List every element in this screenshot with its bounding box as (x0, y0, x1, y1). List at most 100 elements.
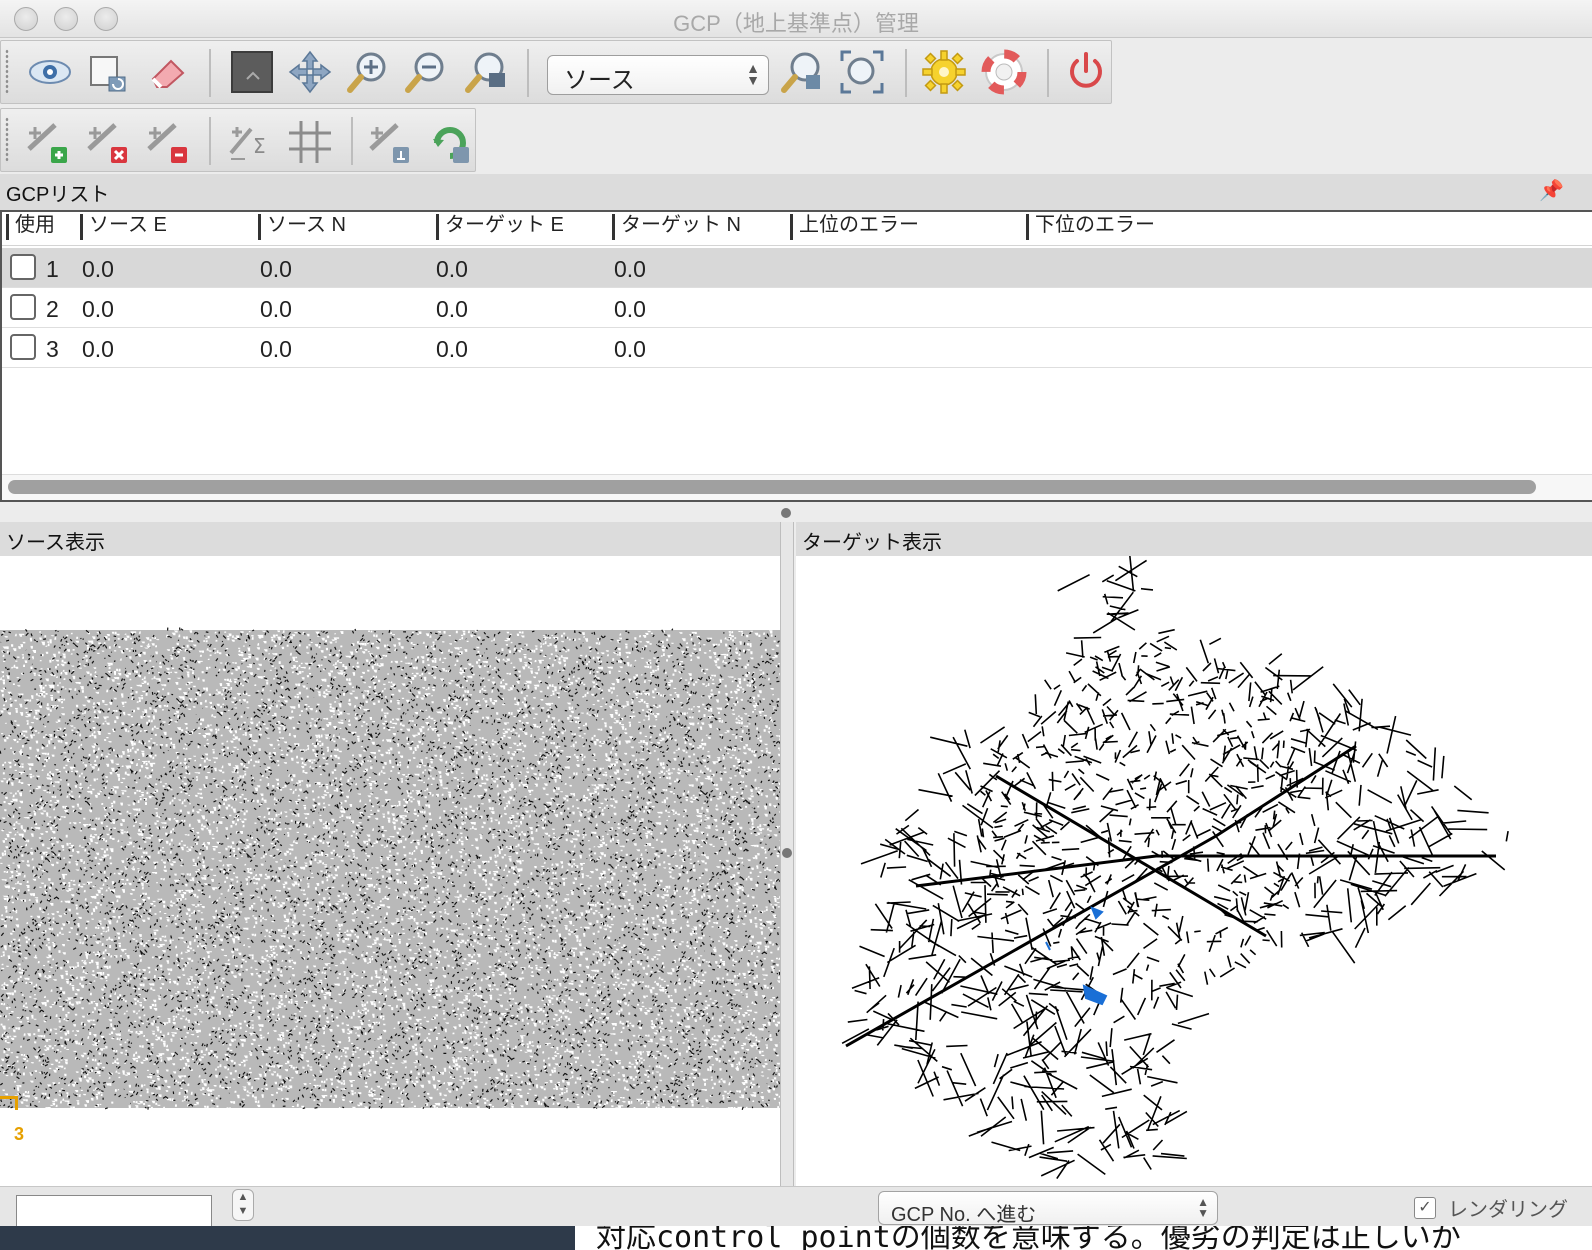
save-gcp-button[interactable] (425, 117, 475, 167)
pan-raster-button[interactable] (227, 47, 277, 97)
raster-refresh-icon (90, 56, 126, 92)
target-view-title: ターゲット表示 (802, 532, 942, 554)
source-n-cell[interactable]: 0.0 (260, 256, 292, 283)
gcp-table[interactable]: 使用 ソース E ソース N ターゲット E ターゲット N 上位のエラー 下位… (0, 210, 1592, 502)
use-checkbox[interactable] (10, 254, 36, 280)
raster-layer-icon (231, 51, 273, 93)
source-raster-image (0, 627, 780, 1111)
target-n-cell[interactable]: 0.0 (614, 256, 646, 283)
use-checkbox[interactable] (10, 334, 36, 360)
source-view-header: ソース表示 (0, 522, 780, 556)
gcp-id: 1 (46, 256, 59, 282)
title-bar: GCP（地上基準点）管理 (0, 0, 1592, 38)
target-n-cell[interactable]: 0.0 (614, 336, 646, 363)
gear-icon (922, 50, 966, 94)
residuals-button[interactable]: Σ (225, 117, 275, 167)
reset-gcp-button[interactable] (143, 47, 193, 97)
source-map-canvas[interactable]: 3 (0, 556, 780, 1186)
col-header-error-up[interactable]: 上位のエラー (790, 214, 919, 240)
goto-gcp-label: GCP No. へ進む (891, 1204, 1037, 1226)
splitter-handle[interactable] (782, 848, 792, 858)
horizontal-scrollbar-thumb[interactable] (8, 480, 1536, 494)
toolbar-grip[interactable] (5, 49, 9, 95)
power-icon (1070, 52, 1102, 88)
delete-point-button[interactable] (83, 117, 133, 167)
zoom-out-icon (405, 52, 444, 93)
coordinate-spin-input[interactable] (16, 1195, 212, 1229)
full-extent-button[interactable] (837, 47, 887, 97)
source-n-cell[interactable]: 0.0 (260, 336, 292, 363)
col-header-target-n[interactable]: ターゲット N (612, 214, 741, 240)
background-window: 対応control pointの個数を意味する。優劣の判定は正しいか (0, 1226, 1592, 1250)
use-checkbox[interactable] (10, 294, 36, 320)
col-header-error-down[interactable]: 下位のエラー (1026, 214, 1155, 240)
save-points-icon (433, 127, 469, 163)
sigma-icon: Σ (229, 127, 266, 160)
source-n-cell[interactable]: 0.0 (260, 296, 292, 323)
goto-gcp-selector[interactable]: GCP No. へ進む ▲ ▼ (878, 1191, 1218, 1226)
main-toolbar: ソース ▲ ▼ (0, 40, 1112, 104)
grid-icon (289, 121, 331, 163)
pin-icon[interactable]: 📌 (1539, 178, 1564, 203)
source-e-cell[interactable]: 0.0 (82, 256, 114, 283)
zoom-layer-icon (465, 52, 505, 93)
gcp-list-header: GCPリスト 📌 (0, 174, 1592, 210)
splitter-handle[interactable] (781, 508, 791, 518)
updown-arrows-icon: ▲ ▼ (746, 60, 760, 88)
transformation-settings-button[interactable] (919, 47, 969, 97)
road-network-map (841, 556, 1509, 1180)
quit-button[interactable] (1061, 47, 1111, 97)
col-header-target-e[interactable]: ターゲット E (436, 214, 564, 240)
target-view-header: ターゲット表示 (796, 522, 1592, 556)
target-n-cell[interactable]: 0.0 (614, 296, 646, 323)
render-checkbox[interactable]: ✓ (1414, 1197, 1436, 1219)
table-row[interactable]: 1 0.0 0.0 0.0 0.0 (2, 248, 1592, 288)
render-label: レンダリング (1448, 1199, 1568, 1221)
window-title: GCP（地上基準点）管理 (673, 11, 919, 36)
zoom-out-button[interactable] (401, 47, 451, 97)
zoom-in-button[interactable] (343, 47, 393, 97)
status-bar: ▲ ▼ GCP No. へ進む ▲ ▼ ✓ レンダリング (0, 1186, 1592, 1229)
toolbar-grip[interactable] (5, 117, 9, 163)
add-point-icon (27, 123, 67, 163)
link-view-selector[interactable]: ソース ▲ ▼ (547, 55, 769, 95)
gcp-list-title: GCPリスト (6, 184, 110, 206)
gcp-id: 2 (46, 296, 59, 322)
target-e-cell[interactable]: 0.0 (436, 256, 468, 283)
gcp-id: 3 (46, 336, 59, 362)
link-view-selector-value: ソース (564, 67, 635, 94)
load-points-icon (369, 123, 409, 163)
open-raster-button[interactable] (25, 47, 75, 97)
delete-point-icon (87, 123, 127, 163)
target-map-canvas[interactable] (796, 556, 1592, 1186)
gcp-marker-label: 3 (14, 1124, 25, 1144)
col-header-use[interactable]: 使用 (6, 214, 55, 240)
move-point-button[interactable] (143, 117, 193, 167)
spin-arrows-icon[interactable]: ▲ ▼ (232, 1189, 254, 1221)
pan-arrows-icon (288, 50, 332, 94)
zoom-to-layer-button[interactable] (461, 47, 511, 97)
target-e-cell[interactable]: 0.0 (436, 296, 468, 323)
col-header-source-n[interactable]: ソース N (258, 214, 346, 240)
pan-button[interactable] (285, 47, 335, 97)
updown-arrows-icon: ▲ ▼ (1197, 1195, 1209, 1220)
source-e-cell[interactable]: 0.0 (82, 336, 114, 363)
add-point-button[interactable] (23, 117, 73, 167)
help-button[interactable] (979, 47, 1029, 97)
grid-button[interactable] (285, 117, 335, 167)
start-georeferencing-button[interactable] (83, 47, 133, 97)
eye-icon (29, 60, 71, 84)
col-header-source-e[interactable]: ソース E (80, 214, 167, 240)
table-row[interactable]: 2 0.0 0.0 0.0 0.0 (2, 288, 1592, 328)
eraser-icon (151, 59, 185, 89)
target-e-cell[interactable]: 0.0 (436, 336, 468, 363)
lifebuoy-icon (981, 49, 1027, 95)
link-georeferencer-to-qgis-button[interactable] (777, 47, 827, 97)
source-e-cell[interactable]: 0.0 (82, 296, 114, 323)
gcp-marker-icon[interactable] (0, 1096, 18, 1110)
table-row[interactable]: 3 0.0 0.0 0.0 0.0 (2, 328, 1592, 368)
move-point-icon (147, 123, 187, 163)
zoom-link-icon (781, 52, 820, 93)
source-view-title: ソース表示 (6, 532, 105, 554)
load-gcp-button[interactable] (365, 117, 415, 167)
